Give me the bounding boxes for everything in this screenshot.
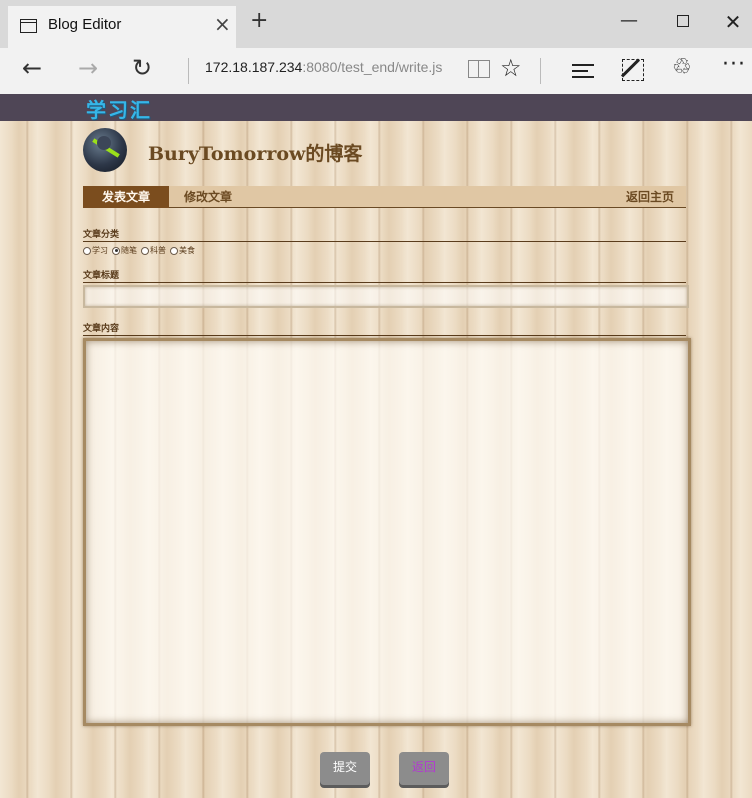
share-icon[interactable]: ♲: [672, 55, 692, 80]
new-tab-icon[interactable]: +: [250, 8, 268, 33]
back-arrow-icon[interactable]: ←: [22, 54, 42, 82]
avatar: [83, 128, 127, 172]
category-label: 文章分类: [83, 227, 686, 242]
content-label: 文章内容: [83, 321, 686, 336]
divider: [540, 58, 541, 84]
reading-view-icon[interactable]: [468, 60, 490, 78]
favorite-star-icon[interactable]: ☆: [500, 54, 522, 82]
category-radio-group: 学习 随笔 科普 美食: [83, 245, 199, 256]
menu-item-edit[interactable]: 修改文章: [184, 186, 232, 208]
blog-title: BuryTomorrow的博客: [148, 143, 363, 165]
title-input[interactable]: [83, 285, 689, 308]
radio-button[interactable]: [83, 246, 91, 255]
minimize-icon[interactable]: —: [614, 10, 644, 36]
maximize-icon[interactable]: [668, 10, 698, 36]
radio-label: 学习: [92, 246, 108, 255]
browser-tab[interactable]: Blog Editor ×: [8, 6, 236, 48]
radio-option[interactable]: 科普: [141, 245, 166, 256]
title-label: 文章标题: [83, 268, 686, 283]
radio-label: 科普: [150, 246, 166, 255]
divider: [188, 58, 189, 84]
page-body: 学习汇 BuryTomorrow的博客 发表文章 修改文章 返回主页 文章分类 …: [0, 94, 752, 798]
address-bar[interactable]: 172.18.187.234:8080/test_end/write.js: [205, 59, 442, 75]
hub-icon[interactable]: [572, 64, 594, 82]
radio-option[interactable]: 学习: [83, 245, 108, 256]
radio-button[interactable]: [112, 246, 120, 255]
refresh-icon[interactable]: ↻: [132, 54, 152, 82]
tab-title: Blog Editor: [48, 16, 122, 33]
more-icon[interactable]: ···: [722, 52, 746, 77]
blog-menu: 发表文章 修改文章 返回主页: [83, 186, 686, 208]
forward-arrow-icon[interactable]: →: [78, 54, 98, 82]
site-logo[interactable]: 学习汇: [86, 94, 152, 123]
menu-item-publish[interactable]: 发表文章: [83, 186, 169, 208]
web-note-icon[interactable]: [622, 59, 644, 81]
radio-label: 随笔: [121, 246, 137, 255]
address-host: 172.18.187.234: [205, 59, 303, 75]
radio-button[interactable]: [170, 246, 178, 255]
radio-option[interactable]: 随笔: [112, 245, 137, 256]
content-textarea[interactable]: [83, 338, 691, 726]
radio-option[interactable]: 美食: [170, 245, 195, 256]
close-tab-icon[interactable]: ×: [214, 12, 231, 36]
submit-button[interactable]: 提交: [320, 752, 370, 785]
site-header-bar: 学习汇: [0, 94, 752, 123]
browser-tab-strip: Blog Editor × + — ✕: [0, 0, 752, 48]
address-path: :8080/test_end/write.js: [302, 59, 443, 75]
radio-label: 美食: [179, 246, 195, 255]
page-icon: [20, 19, 37, 33]
browser-navbar: ← → ↻ 172.18.187.234:8080/test_end/write…: [0, 48, 752, 94]
window-close-icon[interactable]: ✕: [718, 10, 748, 36]
menu-item-home[interactable]: 返回主页: [626, 186, 674, 208]
back-button[interactable]: 返回: [399, 752, 449, 785]
radio-button[interactable]: [141, 246, 149, 255]
